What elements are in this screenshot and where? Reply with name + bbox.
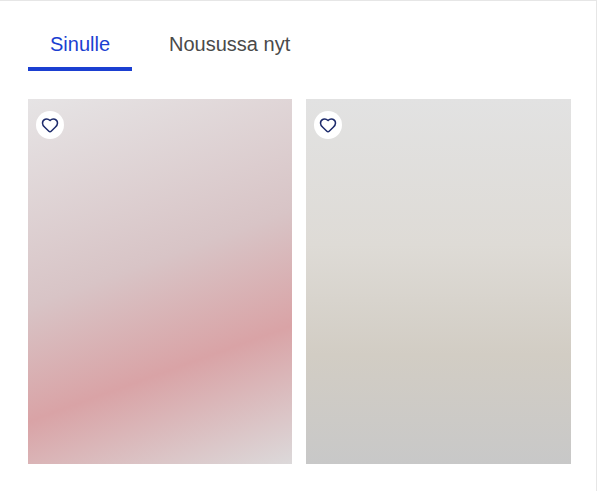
product-card[interactable] bbox=[28, 99, 292, 464]
tab[interactable]: Sinulle bbox=[28, 29, 132, 71]
tab-bar: Sinulle Nousussa nyt bbox=[28, 29, 570, 71]
tab[interactable]: Nousussa nyt bbox=[147, 29, 312, 71]
heart-icon bbox=[41, 116, 59, 134]
heart-icon bbox=[319, 116, 337, 134]
product-card[interactable] bbox=[306, 99, 571, 464]
page: Sinulle Nousussa nyt bbox=[0, 0, 597, 491]
favorite-button[interactable] bbox=[314, 111, 342, 139]
favorite-button[interactable] bbox=[36, 111, 64, 139]
product-grid bbox=[28, 99, 570, 464]
